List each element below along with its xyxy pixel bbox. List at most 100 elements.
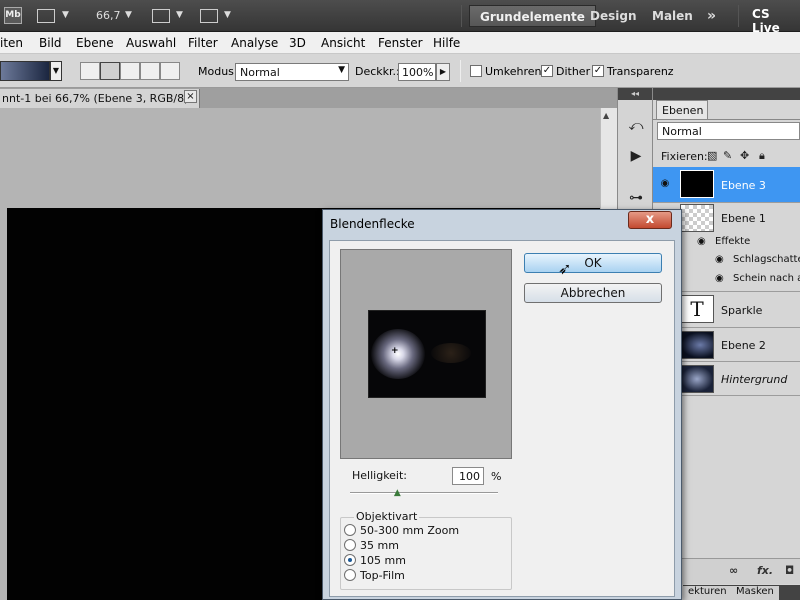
scroll-up-icon[interactable]: ▲ [603,111,609,120]
lens-option-35mm[interactable]: 35 mm [344,539,399,553]
opacity-input[interactable]: 100% [398,63,436,81]
dither-label: Dither [556,65,591,78]
lens-option-105mm[interactable]: 105 mm [344,554,406,568]
tab-corrections[interactable]: ekturen [683,586,732,600]
chevron-down-icon[interactable]: ▼ [176,10,183,20]
menu-item-filter[interactable]: Filter [188,36,218,50]
effect-name: Schlagschatten [733,254,800,265]
ok-button[interactable]: OK [524,253,662,273]
radio-button[interactable] [344,539,356,551]
chevron-right-icon[interactable]: ▶ [436,63,450,81]
brightness-slider[interactable] [350,492,498,494]
mode-select[interactable]: Normal ▼ [235,63,349,81]
menu-item-3d[interactable]: 3D [289,36,306,50]
close-icon[interactable]: x [628,211,672,229]
cs-live-button[interactable]: CS Live [752,7,800,35]
divider [653,119,800,120]
gradient-picker[interactable] [0,61,50,81]
layer-mask-icon[interactable]: ◘ [785,564,794,577]
menu-bar: iten Bild Ebene Auswahl Filter Analyse 3… [0,32,800,54]
divider [461,5,462,27]
fx-icon[interactable]: fx. [757,564,773,577]
chevron-down-icon[interactable]: ▼ [62,10,69,20]
lock-all-icon[interactable]: 🔒︎ [759,149,765,163]
flare-preview[interactable]: + [368,310,486,398]
screen-mode-icon[interactable] [200,9,218,23]
lens-type-label: Objektivart [354,510,420,523]
chevron-down-icon[interactable]: ▼ [125,10,132,20]
radio-button[interactable] [344,554,356,566]
layer-name: Sparkle [721,304,763,317]
lock-position-icon[interactable]: ✥ [740,149,749,162]
layer-blend-mode-select[interactable]: Normal [657,122,800,140]
menu-item-bild[interactable]: Bild [39,36,62,50]
workspace-malen[interactable]: Malen [642,5,703,27]
actions-icon[interactable]: ▶ [626,146,646,166]
lens-option-top-film[interactable]: Top-Film [344,569,405,583]
menu-item-datei[interactable]: iten [0,36,23,50]
menu-item-auswahl[interactable]: Auswahl [126,36,176,50]
link-layers-icon[interactable]: ∞ [729,564,738,577]
tab-layers[interactable]: Ebenen [656,100,708,120]
dialog-body: + OK Abbrechen ➶ Helligkeit: 100 % ▲ Obj… [329,240,675,597]
eye-icon[interactable]: ◉ [715,254,724,265]
arrange-documents-icon[interactable] [152,9,170,23]
opacity-label: Deckkr.: [355,65,400,78]
cancel-button[interactable]: Abbrechen [524,283,662,303]
layer-row-ebene-3[interactable]: ◉ Ebene 3 [653,167,800,203]
eye-icon[interactable]: ◉ [657,176,673,192]
adjustments-icon[interactable]: ⊶ [626,188,646,208]
transparency-checkbox[interactable]: ✓ [592,65,604,77]
reflected-gradient-icon[interactable] [140,62,160,80]
history-icon[interactable]: ⤺ [626,116,646,136]
workspace-grundelemente[interactable]: Grundelemente [469,5,596,27]
radio-label: 105 mm [360,554,406,567]
lock-transparency-icon[interactable]: ▧ [707,149,717,162]
text-layer-icon: T [680,295,714,323]
chevron-down-icon[interactable]: ▼ [50,61,62,81]
view-extras-icon[interactable] [37,9,55,23]
layer-thumbnail [680,331,714,359]
document-tab-title: nnt-1 bei 66,7% (Ebene 3, RGB/8) * [2,92,198,105]
layer-name: Hintergrund [721,373,788,386]
brightness-input[interactable]: 100 [452,467,484,485]
crosshair-icon[interactable]: + [391,346,399,356]
zoom-level[interactable]: 66,7 [96,9,121,22]
angle-gradient-icon[interactable] [120,62,140,80]
menu-item-ansicht[interactable]: Ansicht [321,36,365,50]
lock-pixels-icon[interactable]: ✎ [723,149,732,162]
reverse-checkbox[interactable] [470,65,482,77]
radio-button[interactable] [344,524,356,536]
collapse-icon[interactable]: ◂◂ [618,88,652,100]
menu-item-fenster[interactable]: Fenster [378,36,423,50]
radio-label: Top-Film [360,569,405,582]
linear-gradient-icon[interactable] [80,62,100,80]
tab-masks[interactable]: Masken [731,586,779,600]
menu-item-analyse[interactable]: Analyse [231,36,278,50]
diamond-gradient-icon[interactable] [160,62,180,80]
chevron-down-icon[interactable]: ▼ [224,10,231,20]
dither-checkbox[interactable]: ✓ [541,65,553,77]
lens-flare-dialog: Blendenflecke x + OK Abbrechen ➶ Helligk… [322,209,682,600]
menu-item-hilfe[interactable]: Hilfe [433,36,460,50]
flare-ring [431,343,471,363]
eye-icon[interactable]: ◉ [697,236,706,247]
workspace-design[interactable]: Design [580,5,647,27]
lens-option-50-300mm[interactable]: 50-300 mm Zoom [344,524,459,538]
layer-thumbnail [680,170,714,198]
application-bar: Mb ▼ 66,7 ▼ ▼ ▼ Grundelemente Design Mal… [0,0,800,35]
layer-thumbnail [680,365,714,393]
mini-bridge-icon[interactable]: Mb [4,7,22,24]
effects-label: Effekte [715,236,751,247]
dialog-title: Blendenflecke [330,217,415,231]
slider-thumb[interactable]: ▲ [394,488,404,498]
more-workspaces-icon[interactable]: » [697,5,726,27]
document-tab[interactable]: nnt-1 bei 66,7% (Ebene 3, RGB/8) * [0,89,200,108]
menu-item-ebene[interactable]: Ebene [76,36,114,50]
mode-label: Modus: [198,65,238,78]
eye-icon[interactable]: ◉ [715,273,724,284]
close-icon[interactable]: × [184,90,197,103]
radio-button[interactable] [344,569,356,581]
radial-gradient-icon[interactable] [100,62,120,80]
radio-label: 50-300 mm Zoom [360,524,460,537]
